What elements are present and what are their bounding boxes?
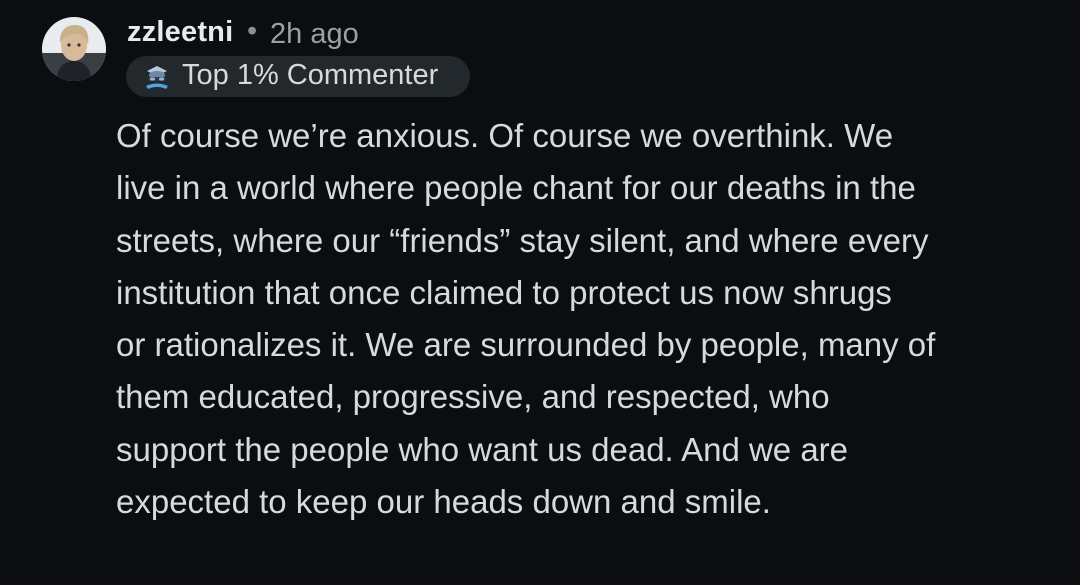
comment: zzleetni • 2h ago Top 1% Commenter Of co… <box>0 0 1080 585</box>
top-commenter-badge[interactable]: Top 1% Commenter <box>126 56 470 97</box>
badge-label: Top 1% Commenter <box>182 59 439 91</box>
comment-body: Of course we’re anxious. Of course we ov… <box>116 110 1056 560</box>
author-username[interactable]: zzleetni <box>127 16 233 49</box>
meta-separator: • <box>247 15 258 47</box>
comment-timestamp: 2h ago <box>270 18 359 50</box>
top-commenter-icon <box>146 66 168 89</box>
avatar-image <box>42 17 106 81</box>
comment-paragraph: Of course we’re anxious. Of course we ov… <box>116 117 936 521</box>
user-avatar[interactable] <box>42 17 106 81</box>
